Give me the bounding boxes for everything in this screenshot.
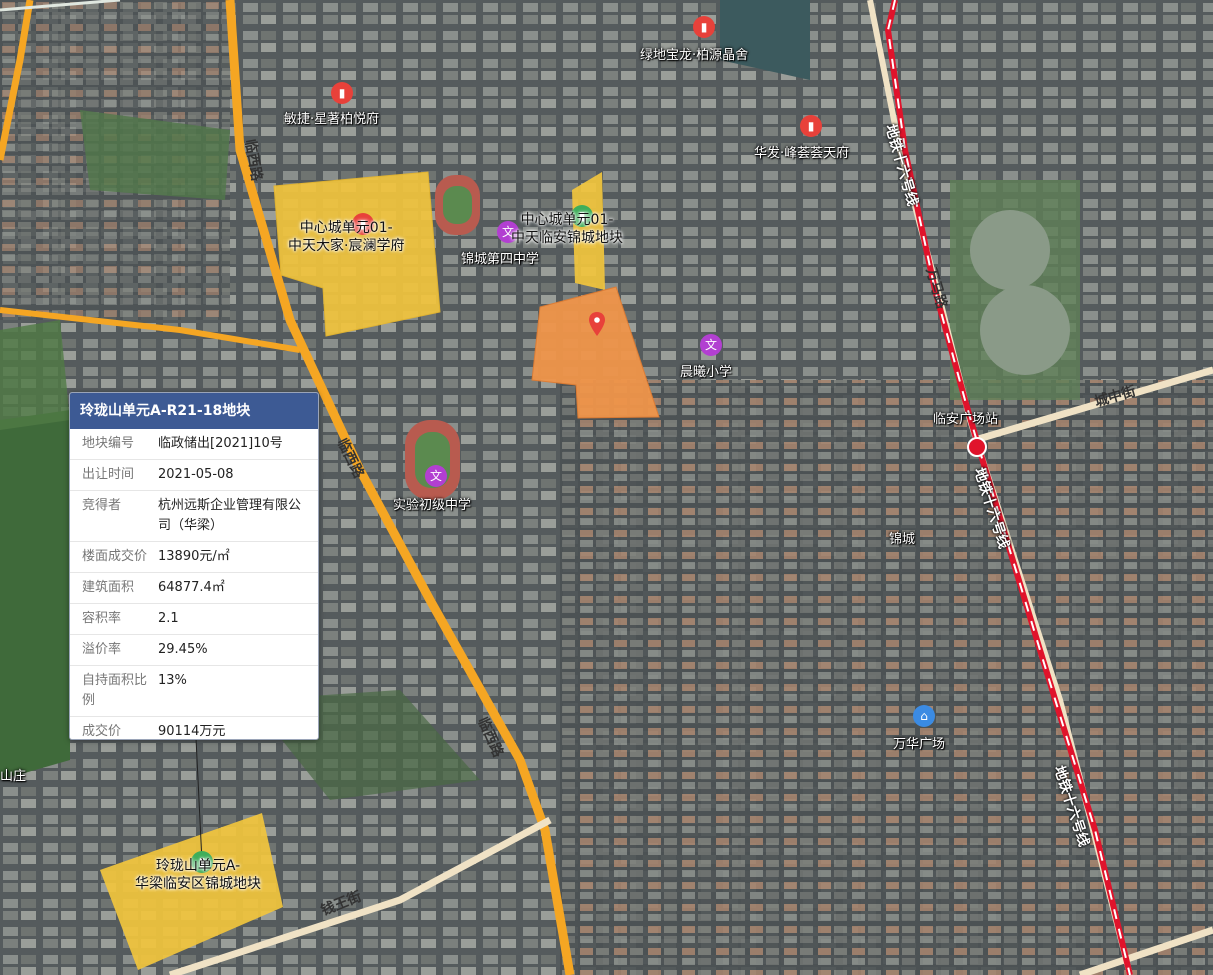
info-value: 2021-05-08 (158, 467, 234, 482)
panel-title: 玲珑山单元A-R21-18地块 (70, 393, 318, 429)
info-row: 成交价 90114万元 (70, 717, 318, 739)
info-key: 容积率 (82, 611, 122, 626)
info-key: 成交价 (82, 724, 122, 739)
info-row: 楼面成交价 13890元/㎡ (70, 542, 318, 573)
station-label: 临安广场站 (933, 412, 999, 427)
school-icon[interactable]: 文 (700, 334, 722, 356)
parcel-info-panel[interactable]: 玲珑山单元A-R21-18地块 地块编号 临政储出[2021]10号 出让时间 … (69, 392, 319, 740)
poi-label-lvdi: 绿地宝龙·柏源晶舍 (640, 48, 749, 63)
info-value: 13% (158, 673, 187, 688)
info-key: 楼面成交价 (82, 549, 148, 564)
info-value: 临政储出[2021]10号 (158, 436, 283, 451)
info-value: 13890元/㎡ (158, 549, 230, 564)
parcel-label-2[interactable]: 中心城单元01- 中天临安锦城地块 (511, 211, 623, 247)
info-row: 自持面积比例 13% (70, 666, 318, 717)
info-key: 出让时间 (82, 467, 135, 482)
parcel-label-line: 中心城单元01- (520, 212, 614, 228)
map-canvas[interactable]: ▮ ▮ ▮ ▮ ▮ ▮ 文 文 文 ⌂ 绿地宝龙·柏源晶舍 敏捷·星著柏悦府 华… (0, 0, 1213, 975)
info-value: 29.45% (158, 642, 208, 657)
building-pin-icon[interactable]: ▮ (800, 115, 822, 137)
area-label-jincheng: 锦城 (889, 532, 916, 547)
parcel-label-line: 玲珑山单元A- (155, 858, 241, 874)
info-row: 出让时间 2021-05-08 (70, 460, 318, 491)
info-row: 竞得者 杭州远斯企业管理有限公司（华梁） (70, 491, 318, 542)
info-row: 容积率 2.1 (70, 604, 318, 635)
info-row: 溢价率 29.45% (70, 635, 318, 666)
info-value: 杭州远斯企业管理有限公司（华梁） (158, 498, 302, 533)
info-row: 地块编号 临政储出[2021]10号 (70, 429, 318, 460)
info-value: 2.1 (158, 611, 179, 626)
building-pin-icon[interactable]: ▮ (693, 16, 715, 38)
poi-label-chenxi: 晨曦小学 (680, 365, 733, 380)
parcel-label-1[interactable]: 中心城单元01- 中天大家·宸澜学府 (288, 219, 404, 255)
info-key: 竞得者 (82, 498, 122, 513)
parcel-label-line: 中心城单元01- (299, 220, 393, 236)
info-value: 90114万元 (158, 724, 226, 739)
parcel-label-line: 中天大家·宸澜学府 (288, 238, 405, 254)
info-key: 自持面积比例 (82, 673, 148, 708)
school-icon[interactable]: 文 (425, 465, 447, 487)
parcel-label-line: 华梁临安区锦城地块 (135, 876, 261, 892)
poi-label-huafa: 华发·峰荟荟天府 (754, 146, 850, 161)
building-pin-icon[interactable]: ▮ (331, 82, 353, 104)
shopping-bag-icon[interactable]: ⌂ (913, 705, 935, 727)
poi-label-minjie: 敏捷·星著柏悦府 (284, 112, 380, 127)
info-key: 溢价率 (82, 642, 122, 657)
info-value: 64877.4㎡ (158, 580, 225, 595)
poi-label-shiyan: 实验初级中学 (393, 498, 472, 513)
poi-label-jincheng4: 锦城第四中学 (461, 252, 540, 267)
area-label-shanzhuang: 山庄 (0, 769, 27, 784)
parcel-label-3[interactable]: 玲珑山单元A- 华梁临安区锦城地块 (135, 857, 261, 893)
info-key: 建筑面积 (82, 580, 135, 595)
parcel-label-line: 中天临安锦城地块 (511, 230, 623, 246)
selected-parcel-pin-icon[interactable] (587, 312, 607, 336)
info-row: 建筑面积 64877.4㎡ (70, 573, 318, 604)
poi-label-wanhua: 万华广场 (893, 737, 946, 752)
info-key: 地块编号 (82, 436, 135, 451)
